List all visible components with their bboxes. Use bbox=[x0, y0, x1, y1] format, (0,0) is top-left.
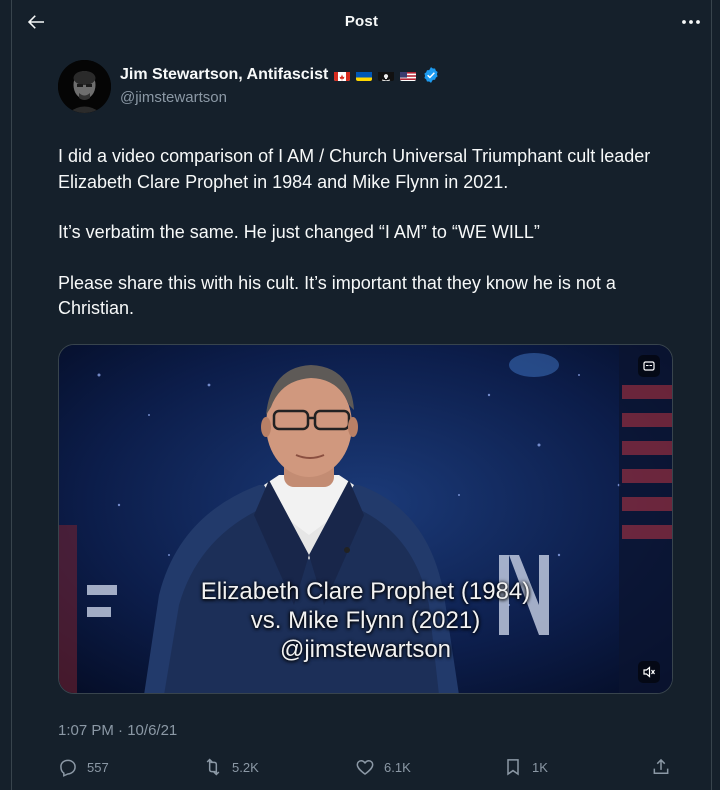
post-date[interactable]: 10/6/21 bbox=[127, 722, 177, 739]
action-bar: 557 5.2K 6.1K 1K bbox=[58, 756, 678, 780]
ukraine-flag-icon bbox=[356, 70, 373, 81]
left-border bbox=[0, 0, 12, 790]
like-button[interactable]: 6.1K bbox=[355, 756, 411, 778]
author-block: Jim Stewartson, Antifascist @jimstewarts… bbox=[58, 60, 658, 116]
post-timestamp: 1:07 PM · 10/6/21 bbox=[58, 722, 177, 739]
page-title: Post bbox=[344, 13, 379, 30]
timestamp-separator: · bbox=[118, 722, 124, 739]
tweet-text: I did a video comparison of I AM / Churc… bbox=[58, 144, 678, 347]
caption-icon bbox=[643, 361, 655, 371]
pirate-flag-icon bbox=[378, 70, 395, 81]
mute-icon bbox=[643, 666, 655, 678]
like-count: 6.1K bbox=[384, 759, 411, 775]
share-icon bbox=[653, 758, 669, 774]
author-name-row: Jim Stewartson, Antifascist bbox=[120, 66, 440, 84]
author-handle[interactable]: @jimstewartson bbox=[120, 89, 227, 106]
bookmark-count: 1K bbox=[532, 759, 548, 775]
verified-badge-icon bbox=[422, 66, 440, 84]
heart-icon bbox=[356, 759, 374, 776]
tweet-paragraph-3: Please share this with his cult. It’s im… bbox=[58, 272, 616, 319]
repost-button[interactable]: 5.2K bbox=[203, 756, 259, 778]
post-page: Post Jim Stewartson, Antifascist @jimste… bbox=[0, 0, 720, 790]
tweet-paragraph-2: It’s verbatim the same. He just changed … bbox=[58, 222, 540, 242]
video-player[interactable]: Elizabeth Clare Prophet (1984) vs. Mike … bbox=[58, 344, 673, 694]
repost-icon bbox=[206, 758, 220, 776]
author-name[interactable]: Jim Stewartson, Antifascist bbox=[120, 66, 328, 84]
reply-icon bbox=[60, 759, 76, 777]
mute-button[interactable] bbox=[638, 661, 660, 683]
caption-button[interactable] bbox=[638, 355, 660, 377]
avatar[interactable] bbox=[58, 60, 111, 113]
reply-count: 557 bbox=[87, 759, 109, 775]
usa-flag-icon bbox=[400, 70, 417, 81]
share-button[interactable] bbox=[651, 756, 671, 778]
repost-count: 5.2K bbox=[232, 759, 259, 775]
avatar-image bbox=[58, 60, 111, 113]
more-horizontal-icon bbox=[682, 20, 700, 24]
right-border bbox=[711, 0, 720, 790]
video-caption-line-1: Elizabeth Clare Prophet (1984) bbox=[200, 578, 531, 605]
bookmark-button[interactable]: 1K bbox=[503, 756, 548, 778]
video-caption-line-3: @jimstewartson bbox=[279, 636, 452, 663]
reply-button[interactable]: 557 bbox=[58, 756, 109, 778]
tweet-paragraph-1: I did a video comparison of I AM / Churc… bbox=[58, 146, 651, 192]
video-caption-line-2: vs. Mike Flynn (2021) bbox=[250, 607, 481, 634]
top-bar: Post bbox=[12, 0, 711, 44]
post-time[interactable]: 1:07 PM bbox=[58, 722, 114, 739]
more-options-button[interactable] bbox=[679, 10, 703, 34]
canada-flag-icon bbox=[334, 70, 351, 81]
video-caption: Elizabeth Clare Prophet (1984) vs. Mike … bbox=[59, 577, 672, 664]
bookmark-icon bbox=[507, 759, 519, 776]
